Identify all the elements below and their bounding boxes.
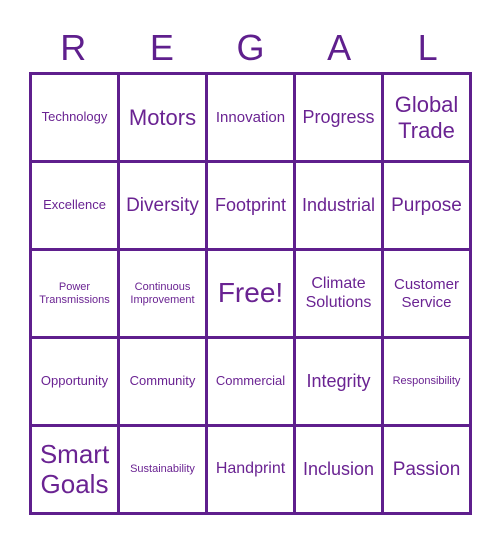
bingo-cell[interactable]: Commercial — [208, 339, 293, 424]
bingo-cell[interactable]: Climate Solutions — [296, 251, 381, 336]
bingo-cell[interactable]: Innovation — [208, 75, 293, 160]
bingo-cell[interactable]: Progress — [296, 75, 381, 160]
bingo-cell[interactable]: Technology — [32, 75, 117, 160]
bingo-cell[interactable]: Inclusion — [296, 427, 381, 512]
bingo-cell[interactable]: Sustainability — [120, 427, 205, 512]
bingo-grid: Technology Motors Innovation Progress Gl… — [29, 72, 472, 515]
bingo-cell[interactable]: Passion — [384, 427, 469, 512]
bingo-cell[interactable]: Industrial — [296, 163, 381, 248]
header-letter-r: R — [60, 27, 87, 68]
bingo-cell[interactable]: Power Transmissions — [32, 251, 117, 336]
bingo-cell[interactable]: Excellence — [32, 163, 117, 248]
bingo-cell[interactable]: Diversity — [120, 163, 205, 248]
bingo-cell[interactable]: Integrity — [296, 339, 381, 424]
bingo-cell[interactable]: Continuous Improvement — [120, 251, 205, 336]
header-letter-g: G — [236, 27, 265, 68]
header-letter-a: A — [327, 27, 352, 68]
header-letter-e: E — [149, 27, 174, 68]
bingo-cell[interactable]: Community — [120, 339, 205, 424]
bingo-header: R E G A L — [29, 26, 472, 70]
bingo-cell[interactable]: Global Trade — [384, 75, 469, 160]
bingo-cell[interactable]: Footprint — [208, 163, 293, 248]
bingo-cell[interactable]: Handprint — [208, 427, 293, 512]
bingo-cell[interactable]: Motors — [120, 75, 205, 160]
bingo-cell[interactable]: Responsibility — [384, 339, 469, 424]
bingo-cell[interactable]: Purpose — [384, 163, 469, 248]
bingo-cell[interactable]: Customer Service — [384, 251, 469, 336]
header-letter-l: L — [417, 27, 438, 68]
free-space[interactable]: Free! — [208, 251, 293, 336]
bingo-cell[interactable]: Opportunity — [32, 339, 117, 424]
bingo-cell[interactable]: Smart Goals — [32, 427, 117, 512]
